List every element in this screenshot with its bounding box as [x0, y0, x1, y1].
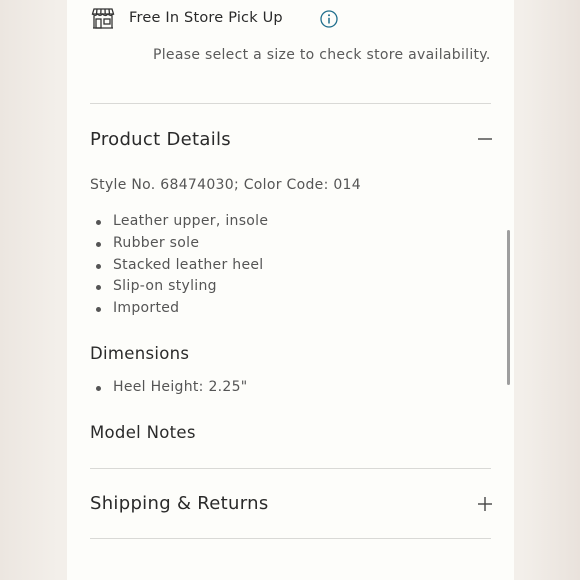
divider: [90, 103, 491, 104]
pickup-title: Free In Store Pick Up: [129, 10, 283, 26]
info-icon[interactable]: [320, 10, 338, 28]
list-item: Leather upper, insole: [90, 211, 268, 233]
store-pickup-row: Free In Store Pick Up Please select a si…: [91, 6, 491, 63]
dimensions-list: Heel Height: 2.25": [90, 377, 248, 399]
list-item: Stacked leather heel: [90, 255, 268, 277]
style-number: Style No. 68474030; Color Code: 014: [90, 177, 361, 193]
list-item: Heel Height: 2.25": [90, 377, 248, 399]
list-item: Imported: [90, 298, 268, 320]
shipping-returns-heading[interactable]: Shipping & Returns: [90, 493, 269, 514]
product-details-heading[interactable]: Product Details: [90, 129, 231, 150]
features-list: Leather upper, insole Rubber sole Stacke…: [90, 211, 268, 320]
pickup-subtitle: Please select a size to check store avai…: [153, 47, 491, 63]
divider: [90, 538, 491, 539]
model-notes-heading: Model Notes: [90, 423, 196, 442]
product-info-panel: Free In Store Pick Up Please select a si…: [67, 0, 514, 580]
list-item: Rubber sole: [90, 233, 268, 255]
store-icon: [91, 8, 115, 29]
divider: [90, 468, 491, 469]
plus-icon[interactable]: [475, 494, 495, 514]
list-item: Slip-on styling: [90, 276, 268, 298]
dimensions-heading: Dimensions: [90, 344, 190, 363]
scrollbar[interactable]: [507, 230, 510, 385]
minus-icon[interactable]: [475, 129, 495, 149]
